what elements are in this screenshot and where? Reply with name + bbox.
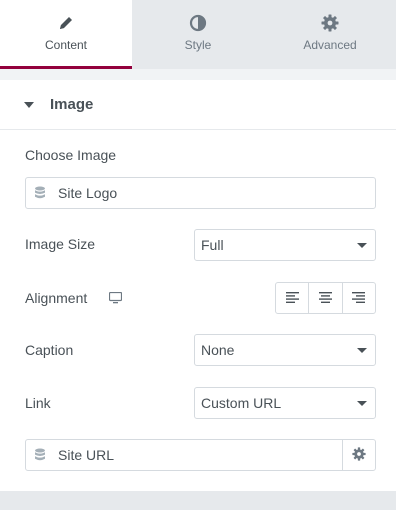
tab-style[interactable]: Style bbox=[132, 0, 264, 69]
chevron-down-icon bbox=[357, 242, 367, 248]
align-center-button[interactable] bbox=[308, 283, 341, 313]
site-url-value: Site URL bbox=[58, 447, 115, 463]
panel-footer-divider bbox=[0, 491, 396, 510]
alignment-label: Alignment bbox=[25, 290, 88, 306]
image-size-value: Full bbox=[201, 237, 224, 253]
align-left-icon bbox=[285, 291, 299, 306]
chevron-down-icon bbox=[357, 400, 367, 406]
section-title: Image bbox=[50, 96, 94, 113]
site-url-field[interactable]: Site URL bbox=[25, 439, 376, 471]
choose-image-label: Choose Image bbox=[25, 147, 117, 163]
alignment-control bbox=[275, 282, 376, 314]
tab-content[interactable]: Content bbox=[0, 0, 132, 69]
tab-content-label: Content bbox=[44, 38, 88, 52]
link-select[interactable]: Custom URL bbox=[194, 387, 376, 419]
link-value: Custom URL bbox=[201, 395, 282, 411]
caption-value: None bbox=[201, 342, 235, 358]
link-label: Link bbox=[25, 395, 51, 411]
align-center-icon bbox=[318, 291, 332, 306]
site-url-settings-button[interactable] bbox=[342, 440, 375, 470]
tab-style-label: Style bbox=[184, 38, 212, 52]
half-circle-icon bbox=[188, 13, 208, 33]
caption-select[interactable]: None bbox=[194, 334, 376, 366]
gear-icon bbox=[320, 13, 340, 33]
section-gap bbox=[0, 69, 396, 80]
gear-icon bbox=[352, 446, 366, 464]
database-icon bbox=[34, 448, 48, 462]
desktop-icon[interactable] bbox=[108, 291, 123, 307]
caret-down-icon bbox=[24, 101, 34, 108]
align-right-icon bbox=[352, 291, 366, 306]
choose-image-value: Site Logo bbox=[58, 185, 118, 201]
align-left-button[interactable] bbox=[276, 283, 308, 313]
image-size-select[interactable]: Full bbox=[194, 229, 376, 261]
tab-advanced[interactable]: Advanced bbox=[264, 0, 396, 69]
pencil-icon bbox=[56, 13, 76, 33]
align-right-button[interactable] bbox=[341, 283, 375, 313]
image-size-label: Image Size bbox=[25, 236, 96, 252]
choose-image-field[interactable]: Site Logo bbox=[25, 177, 376, 209]
chevron-down-icon bbox=[357, 347, 367, 353]
section-image-toggle[interactable]: Image bbox=[0, 80, 396, 130]
database-icon bbox=[34, 186, 48, 200]
caption-label: Caption bbox=[25, 342, 74, 358]
tab-advanced-label: Advanced bbox=[303, 38, 357, 52]
panel-tabs: Content Style Advanced bbox=[0, 0, 396, 69]
